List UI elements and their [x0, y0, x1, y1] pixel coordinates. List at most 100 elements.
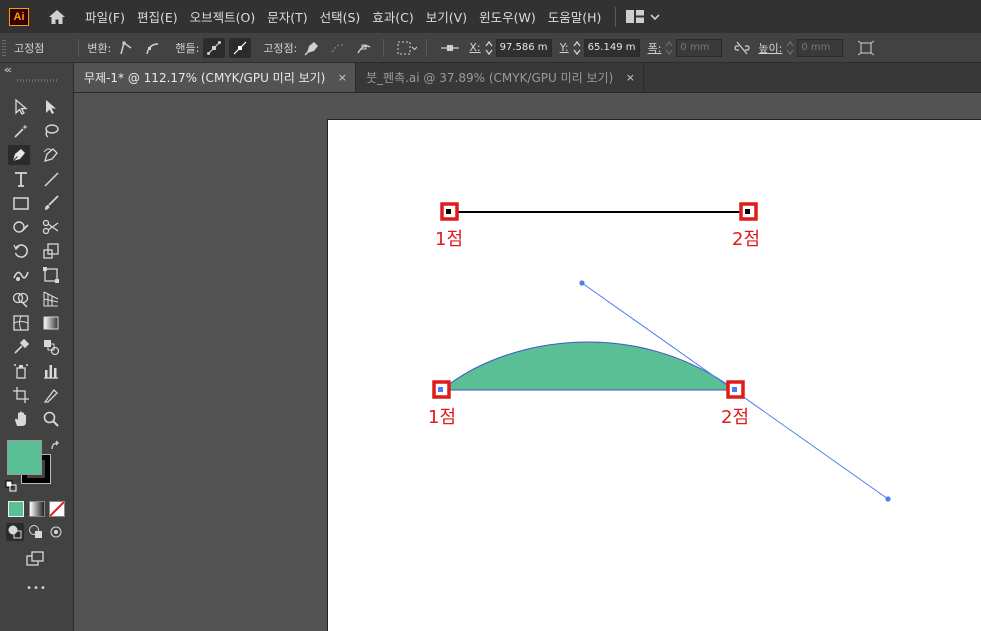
menu-edit[interactable]: 편집(E) [131, 7, 184, 26]
draw-normal-button[interactable] [6, 523, 24, 541]
handle-point-end[interactable] [885, 496, 891, 502]
anchor-point [745, 209, 750, 214]
corner-point-icon [120, 41, 132, 54]
divider [383, 38, 385, 57]
tab-untitled-1[interactable]: 무제-1* @ 112.17% (CMYK/GPU 미리 보기) × [74, 63, 356, 92]
selection-tool[interactable] [10, 97, 32, 117]
connect-anchors-button[interactable] [327, 38, 349, 58]
menu-object[interactable]: 오브젝트(O) [184, 7, 262, 26]
convert-to-corner-button[interactable] [115, 38, 137, 58]
hide-handles-button[interactable] [229, 37, 252, 58]
tab-close-button[interactable]: × [338, 71, 347, 84]
color-mode-button[interactable] [8, 501, 24, 517]
scale-tool[interactable] [40, 241, 62, 261]
shaper-tool[interactable] [10, 217, 32, 237]
more-tools-button[interactable]: ••• [0, 583, 73, 594]
convert-to-smooth-button[interactable] [141, 38, 163, 58]
selection-arrow-icon [15, 98, 28, 115]
lasso-tool[interactable] [40, 121, 62, 141]
control-bar-grip[interactable] [2, 39, 6, 56]
paintbrush-tool[interactable] [40, 193, 62, 213]
workspace-icon[interactable] [626, 10, 645, 23]
menu-view[interactable]: 보기(V) [420, 7, 473, 26]
transform-icon[interactable] [857, 40, 875, 56]
stepper-icon [786, 40, 794, 55]
menu-effect[interactable]: 효과(C) [366, 7, 419, 26]
canvas-area[interactable]: 1점 2점 1점 2점 [74, 93, 981, 631]
line-icon [44, 172, 59, 187]
anchor-point [446, 209, 451, 214]
blend-tool[interactable] [40, 337, 62, 357]
home-icon[interactable] [47, 8, 67, 26]
document-tabs: 무제-1* @ 112.17% (CMYK/GPU 미리 보기) × 붓_펜촉.… [74, 63, 981, 93]
stepper-icon [485, 40, 493, 55]
swap-colors-icon[interactable] [50, 440, 62, 452]
shaper-icon [13, 221, 29, 233]
handle-point-start[interactable] [579, 280, 585, 286]
curved-shape[interactable] [440, 341, 737, 391]
line-segment-tool[interactable] [40, 169, 62, 189]
menu-file[interactable]: 파일(F) [79, 7, 131, 26]
gradient-tool[interactable] [40, 313, 62, 333]
tab-brush-pen[interactable]: 붓_펜촉.ai @ 37.89% (CMYK/GPU 미리 보기) × [356, 63, 644, 92]
draw-behind-button[interactable] [27, 523, 45, 541]
show-handles-button[interactable] [203, 37, 226, 58]
height-input [797, 38, 844, 57]
chevron-down-icon[interactable] [650, 13, 660, 21]
rotate-tool[interactable] [10, 241, 32, 261]
mesh-tool[interactable] [10, 313, 32, 333]
zoom-tool[interactable] [40, 409, 62, 429]
align-button[interactable] [396, 38, 418, 58]
scissors-tool[interactable] [40, 217, 62, 237]
eyedropper-tool[interactable] [10, 337, 32, 357]
align-grid-icon [397, 41, 418, 54]
puppet-warp-tool[interactable] [10, 265, 32, 285]
shape-builder-tool[interactable] [10, 289, 32, 309]
width-input [676, 38, 723, 57]
draw-inside-icon [50, 526, 62, 538]
menu-type[interactable]: 문자(T) [261, 7, 313, 26]
constrain-link-icon[interactable] [734, 41, 751, 55]
menu-select[interactable]: 선택(S) [314, 7, 367, 26]
none-mode-button[interactable] [49, 501, 65, 517]
remove-anchor-button[interactable] [301, 38, 323, 58]
gradient-mode-button[interactable] [29, 501, 45, 517]
y-stepper[interactable] [572, 39, 582, 57]
x-input[interactable] [495, 38, 552, 57]
y-input[interactable] [583, 38, 640, 57]
magic-wand-tool[interactable] [10, 121, 32, 141]
reference-point-button[interactable] [439, 38, 461, 58]
free-transform-tool[interactable] [40, 265, 62, 285]
cut-path-button[interactable] [353, 38, 375, 58]
curvature-pen-icon [43, 148, 58, 162]
rectangle-tool[interactable] [10, 193, 32, 213]
screen-mode-button[interactable] [24, 549, 46, 569]
hand-tool[interactable] [10, 409, 32, 429]
type-tool[interactable] [10, 169, 32, 189]
artboard-tool[interactable] [10, 385, 32, 405]
direct-selection-tool[interactable] [40, 97, 62, 117]
hide-handles-icon [233, 41, 247, 54]
x-stepper[interactable] [484, 39, 494, 57]
reference-point-icon [441, 44, 460, 51]
show-handles-icon [207, 40, 222, 55]
screen-mode-icon [26, 551, 44, 566]
collapse-icon[interactable] [4, 67, 12, 73]
symbol-sprayer-tool[interactable] [10, 361, 32, 381]
handles-label: 핸들: [175, 41, 200, 55]
slice-tool[interactable] [40, 385, 62, 405]
perspective-grid-tool[interactable] [40, 289, 62, 309]
fill-swatch[interactable] [7, 440, 42, 475]
pen-tool[interactable] [8, 145, 30, 165]
curvature-tool[interactable] [40, 145, 62, 165]
tab-close-button[interactable]: × [626, 71, 635, 84]
anchors-label: 고정점: [263, 41, 298, 55]
draw-inside-button[interactable] [47, 523, 65, 541]
zoom-icon [43, 411, 59, 427]
tools-panel-grip[interactable] [16, 79, 57, 82]
blend-icon [44, 340, 60, 356]
column-graph-tool[interactable] [40, 361, 62, 381]
menu-window[interactable]: 윈도우(W) [473, 7, 542, 26]
menu-help[interactable]: 도움말(H) [542, 7, 608, 26]
default-colors-icon[interactable] [5, 480, 17, 492]
